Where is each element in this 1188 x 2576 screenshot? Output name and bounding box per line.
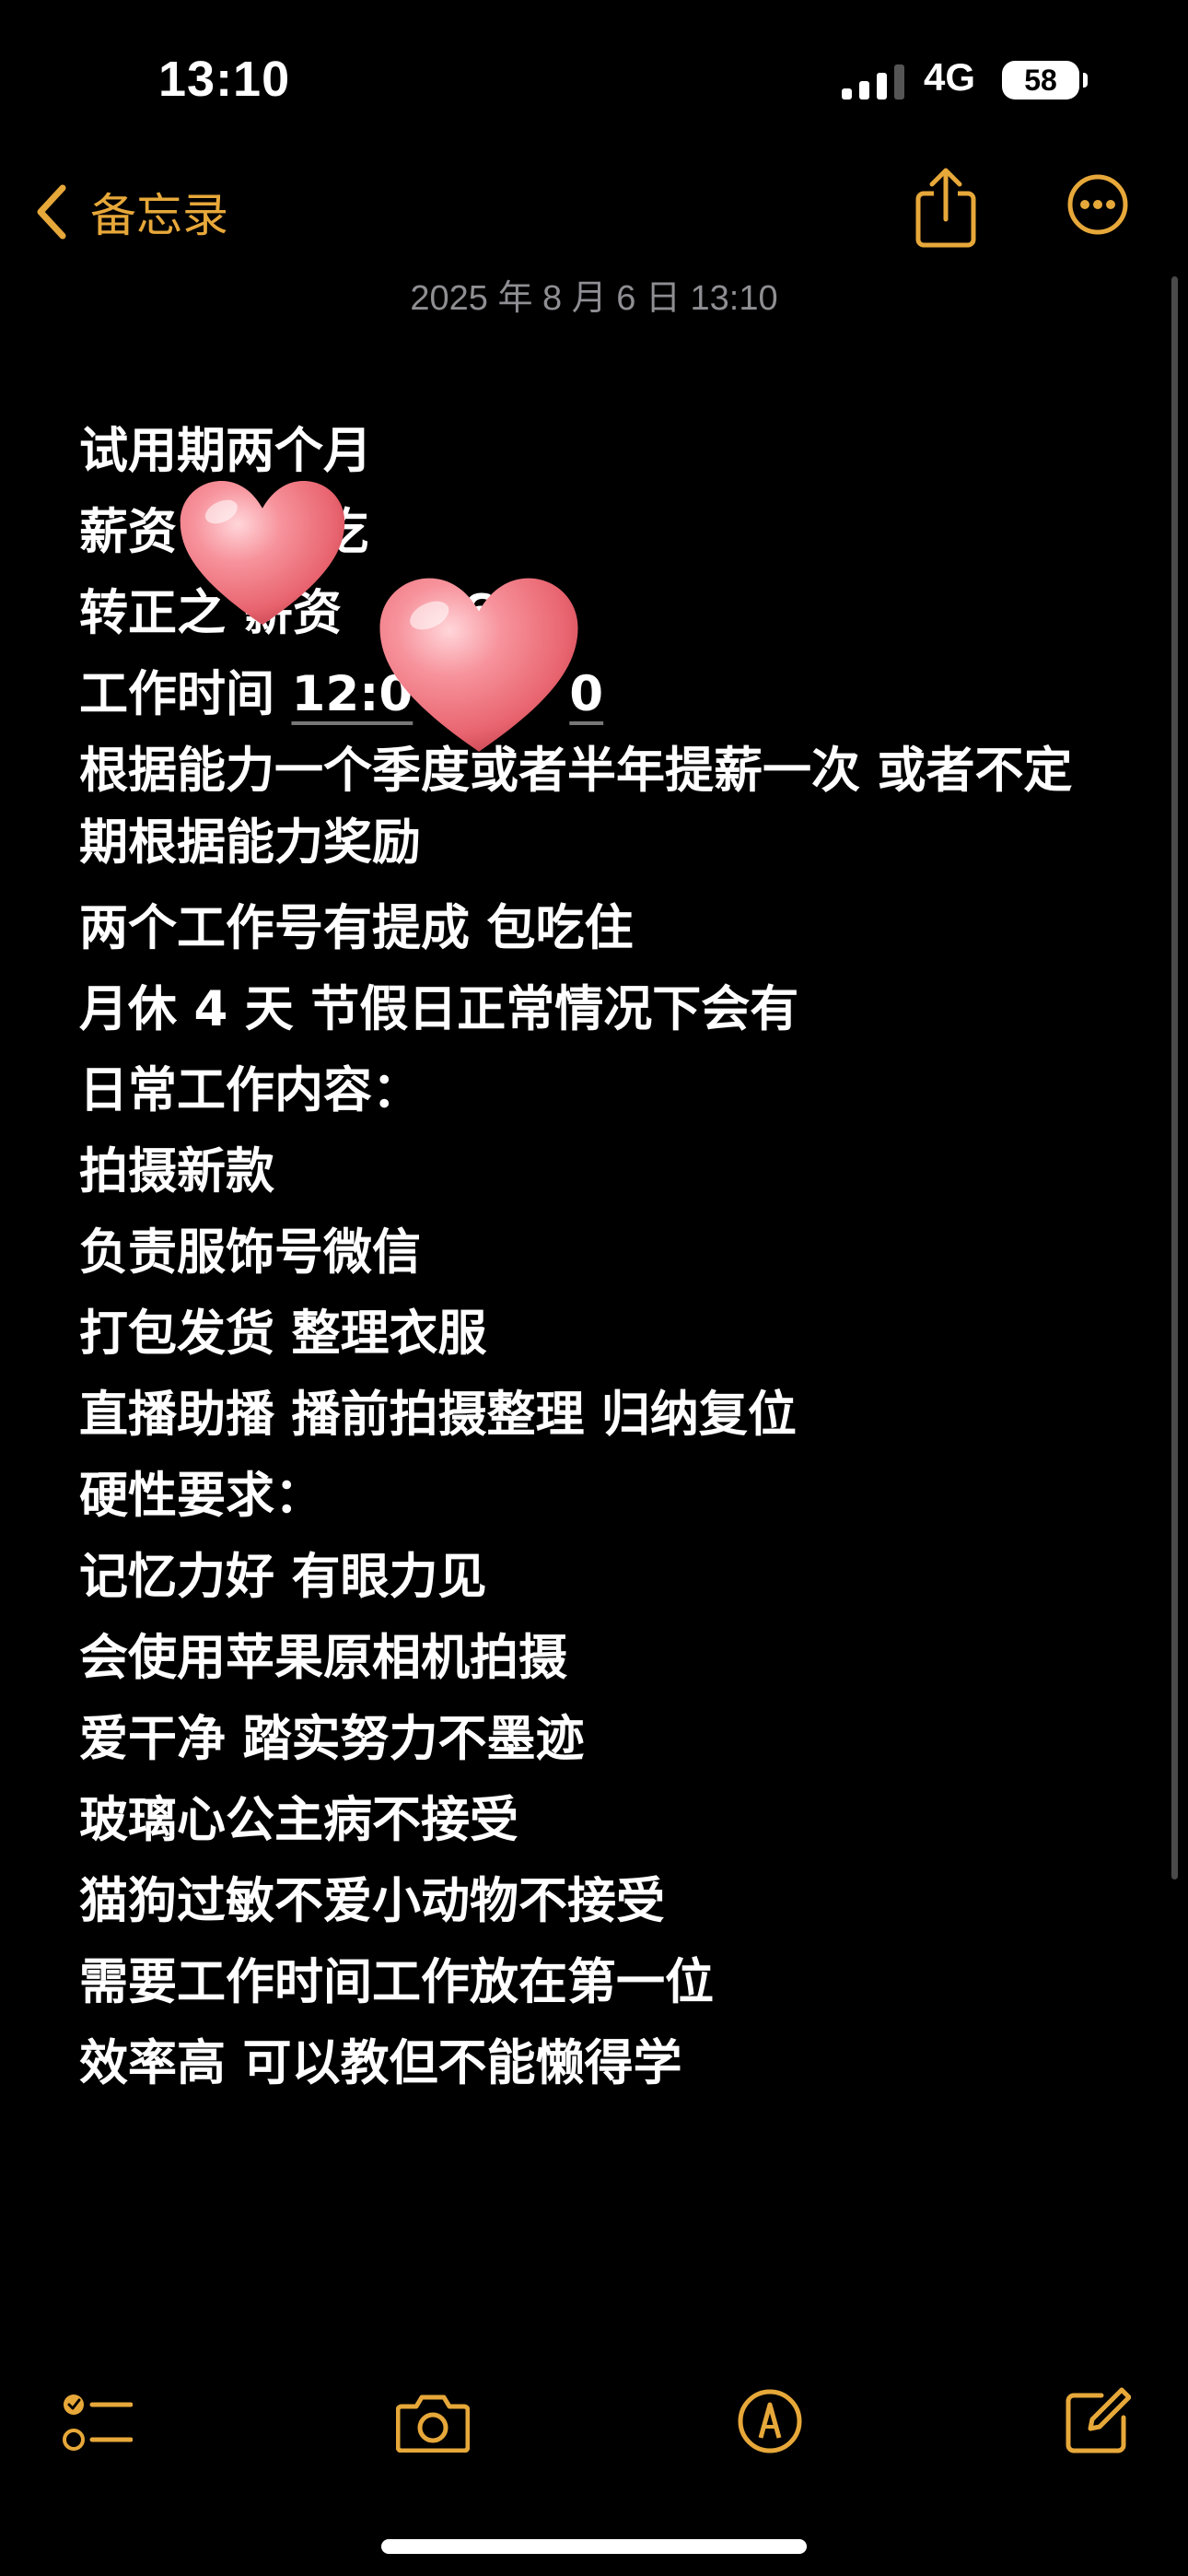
- cellular-signal-icon: [842, 64, 904, 100]
- note-line: 猫狗过敏不爱小动物不接受: [79, 1873, 665, 1929]
- note-line: 工作时间 12:0 0: [79, 654, 1120, 735]
- note-line: 爱干净 踏实努力不墨迹: [79, 1711, 585, 1767]
- note-line: 玻璃心公主病不接受: [79, 1792, 518, 1848]
- note-line: 拍摄新款: [79, 1143, 274, 1200]
- scrollbar[interactable]: [1171, 276, 1178, 1879]
- battery-indicator: 58: [1002, 61, 1079, 100]
- home-indicator[interactable]: [381, 2539, 807, 2554]
- heart-sticker-icon: [379, 578, 578, 752]
- note-text: 薪资: [79, 504, 177, 560]
- status-time: 13:10: [158, 52, 291, 107]
- note-line: 两个工作号有提成 包吃住: [79, 900, 634, 956]
- note-date: 2025 年 8 月 6 日 13:10: [410, 279, 778, 318]
- note-line: 负责服饰号微信: [79, 1224, 421, 1281]
- note-line: 月休 4 天 节假日正常情况下会有: [79, 981, 799, 1037]
- note-line: 需要工作时间工作放在第一位: [79, 1954, 714, 2010]
- ellipsis-circle-icon[interactable]: [1066, 173, 1129, 236]
- note-line: 效率高 可以教但不能懒得学: [79, 2035, 682, 2091]
- note-line: 直播助播 播前拍摄整理 归纳复位: [79, 1387, 797, 1443]
- network-type: 4G: [924, 55, 976, 99]
- nav-bar: 备忘录: [0, 166, 1188, 258]
- battery-tip: [1083, 73, 1088, 88]
- note-line: 硬性要求：: [79, 1468, 323, 1524]
- status-bar: 13:10 4G 58: [0, 0, 1188, 157]
- note-line: 打包发货 整理衣服: [79, 1306, 487, 1362]
- note-line: 日常工作内容：: [79, 1062, 421, 1118]
- checklist-icon[interactable]: [61, 2392, 133, 2458]
- back-button[interactable]: 备忘录: [33, 175, 228, 249]
- note-body[interactable]: 试用期两个月 薪资吃 转正之薪资6k 工作时间 12:00 根据能力一个季度或者…: [79, 411, 1120, 2104]
- heart-sticker-icon: [180, 481, 345, 626]
- bottom-toolbar: [0, 2377, 1188, 2469]
- share-icon[interactable]: [914, 166, 978, 249]
- compose-icon[interactable]: [1065, 2386, 1131, 2454]
- back-label: 备忘录: [90, 189, 228, 242]
- note-line: 根据能力一个季度或者半年提薪一次 或者不定期根据能力奖励: [79, 743, 1073, 871]
- note-line: 记忆力好 有眼力见: [79, 1549, 487, 1605]
- markup-pen-icon[interactable]: [737, 2388, 803, 2454]
- note-text: 工作时间: [79, 666, 292, 722]
- chevron-left-icon: [37, 184, 66, 240]
- note-line: 会使用苹果原相机拍摄: [79, 1630, 567, 1686]
- camera-icon[interactable]: [396, 2390, 470, 2453]
